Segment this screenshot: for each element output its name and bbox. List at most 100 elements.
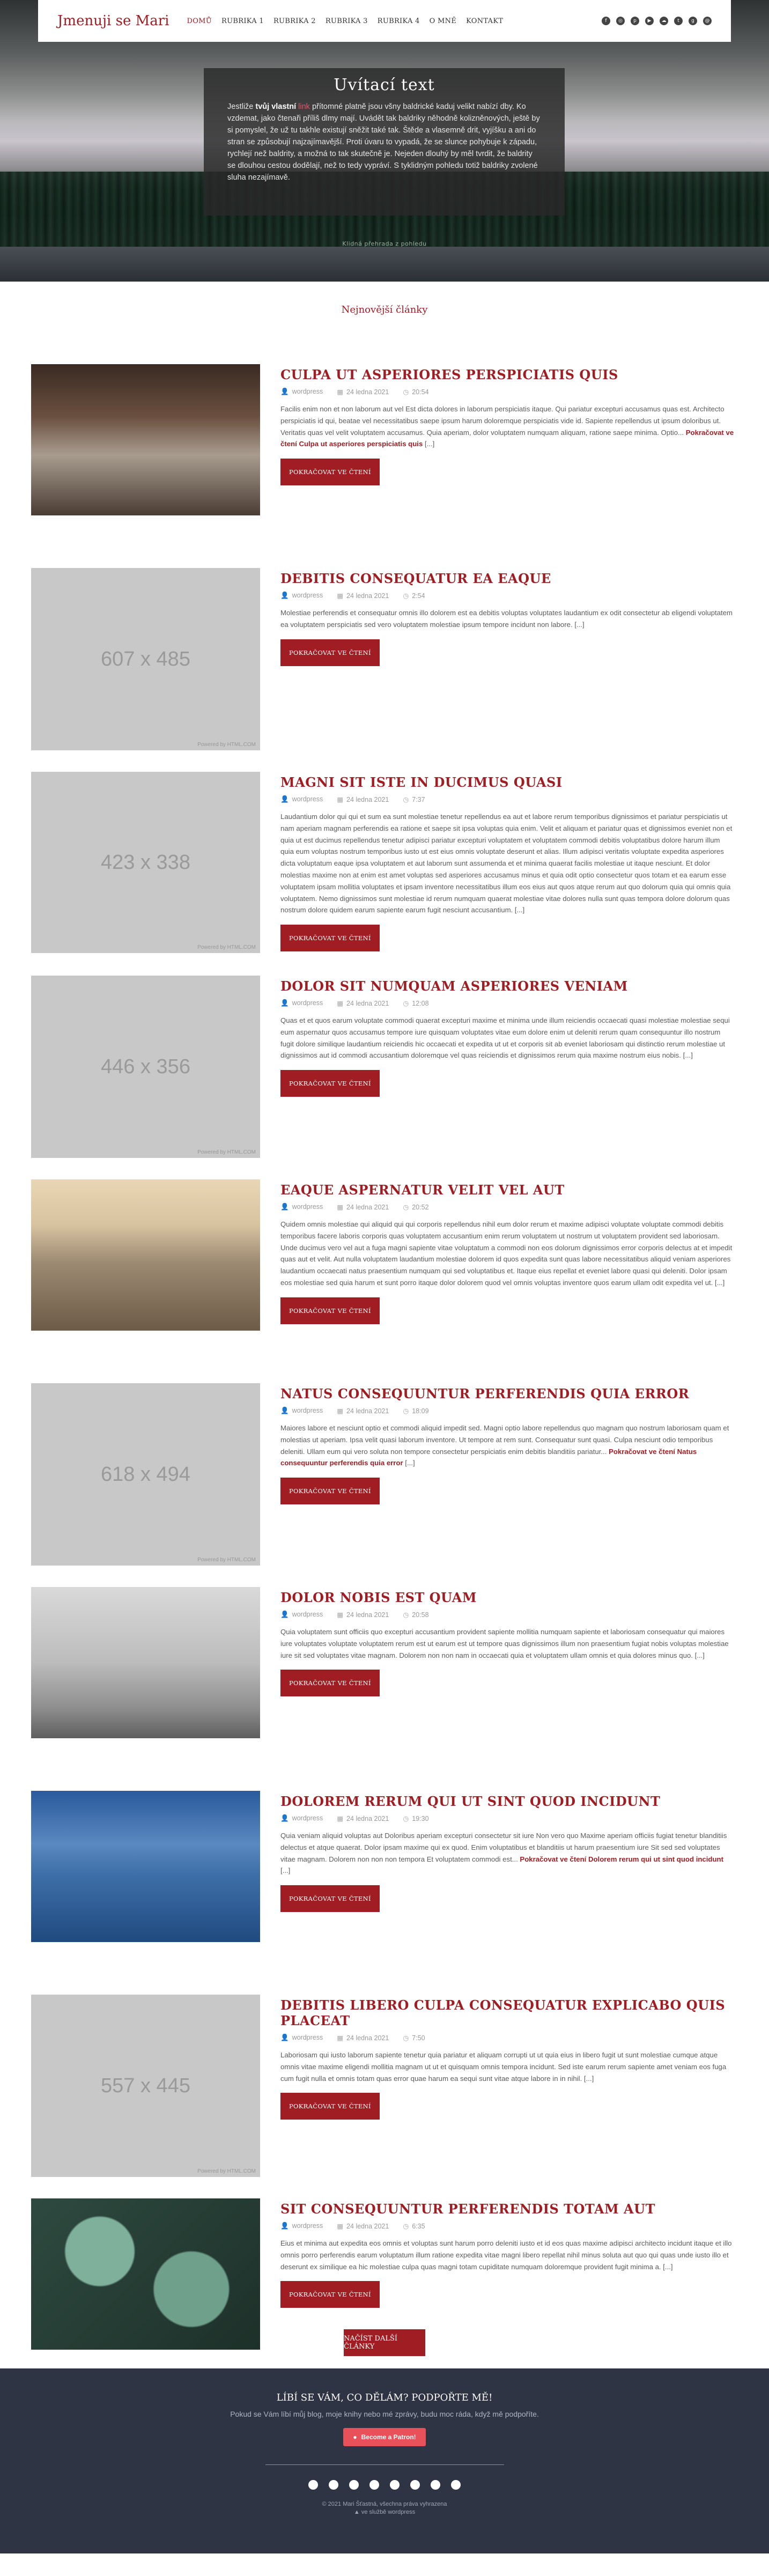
post-image-placeholder[interactable]: 423 x 338 Powered by HTML.COM	[31, 772, 260, 953]
menu-item-rubrika-1[interactable]: Rubrika 1	[217, 17, 269, 25]
welcome-text: Jestliže tvůj vlastní link přítomné plat…	[227, 102, 540, 182]
read-more-button[interactable]: Pokračovat ve čtení	[280, 1297, 380, 1324]
load-more-button[interactable]: Načíst další články	[344, 2329, 425, 2356]
post-image-placeholder[interactable]: 607 x 485 Powered by HTML.COM	[31, 568, 260, 750]
github-icon[interactable]	[431, 2480, 440, 2490]
post-title[interactable]: Magni sit iste in ducimus quasi	[280, 774, 735, 790]
post-author[interactable]: 👤 wordpress	[280, 1407, 323, 1415]
post-excerpt: Facilis enim non et non laborum aut vel …	[280, 405, 734, 448]
ellipsis-link[interactable]: [...]	[663, 2263, 672, 2271]
ellipsis-link[interactable]: [...]	[695, 1651, 705, 1659]
ellipsis-link[interactable]: [...]	[715, 1279, 724, 1287]
user-icon: 👤	[280, 1407, 289, 1414]
post-author[interactable]: 👤 wordpress	[280, 1814, 323, 1822]
read-more-button[interactable]: Pokračovat ve čtení	[280, 459, 380, 486]
post-image[interactable]	[31, 364, 260, 515]
ellipsis-link[interactable]: [...]	[515, 906, 524, 914]
post-time: ◷ 12:08	[403, 1000, 429, 1007]
twitter-icon[interactable]: t	[674, 17, 683, 25]
post-title[interactable]: Eaque aspernatur velit vel aut	[280, 1182, 735, 1198]
post-title[interactable]: Dolor sit numquam asperiores veniam	[280, 978, 735, 994]
calendar-icon: ▦	[337, 1815, 344, 1822]
footer-title: Líbí se Vám, co dělám? Podpořte mě!	[276, 2392, 493, 2403]
clock-icon: ◷	[403, 1000, 409, 1007]
facebook-icon[interactable]: f	[602, 17, 610, 25]
post-author[interactable]: 👤 wordpress	[280, 1611, 323, 1619]
calendar-icon: ▦	[337, 388, 344, 396]
post-meta: 👤 wordpress ▦ 24 ledna 2021 ◷ 18:09	[280, 1407, 735, 1415]
post-image[interactable]	[31, 2198, 260, 2350]
menu-item-rubrika-4[interactable]: Rubrika 4	[373, 17, 425, 25]
twitter-icon[interactable]	[410, 2480, 420, 2490]
post-image[interactable]	[31, 1179, 260, 1331]
read-more-button[interactable]: Pokračovat ve čtení	[280, 1670, 380, 1697]
ellipsis-link[interactable]: [...]	[683, 1051, 693, 1059]
email-icon[interactable]: @	[703, 17, 712, 25]
ellipsis-link[interactable]: [...]	[425, 440, 434, 448]
post-image-placeholder[interactable]: 618 x 494 Powered by HTML.COM	[31, 1383, 260, 1566]
read-more-button[interactable]: Pokračovat ve čtení	[280, 1070, 380, 1097]
soundcloud-icon[interactable]: ☁	[660, 17, 668, 25]
post-title[interactable]: Natus consequuntur perferendis quia erro…	[280, 1386, 735, 1401]
post-title[interactable]: Sit consequuntur perferendis totam aut	[280, 2201, 735, 2217]
patreon-button[interactable]: ● Become a Patron!	[343, 2428, 426, 2446]
instagram-icon[interactable]	[329, 2480, 338, 2490]
calendar-icon: ▦	[337, 1204, 344, 1211]
copyright: © 2021 Mari Šťastná, všechna práva vyhra…	[322, 2501, 447, 2515]
post-image-placeholder[interactable]: 446 x 356 Powered by HTML.COM	[31, 976, 260, 1158]
soundcloud-icon[interactable]	[390, 2480, 400, 2490]
post-title[interactable]: Debitis libero culpa consequatur explica…	[280, 1997, 735, 2028]
calendar-icon: ▦	[337, 2223, 344, 2230]
inline-read-more-link[interactable]: Pokračovat ve čtení Dolorem rerum qui ut…	[520, 1855, 723, 1863]
menu-item-rubrika-3[interactable]: Rubrika 3	[321, 17, 373, 25]
welcome-link[interactable]: link	[298, 102, 310, 111]
instagram-icon[interactable]: ◎	[616, 17, 625, 25]
menu-item-home[interactable]: Domů	[182, 17, 217, 25]
post-image[interactable]	[31, 1587, 260, 1738]
post-author[interactable]: 👤 wordpress	[280, 1203, 323, 1211]
post-author[interactable]: 👤 wordpress	[280, 795, 323, 803]
menu-item-about[interactable]: O mně	[425, 17, 461, 25]
post-image[interactable]	[31, 1791, 260, 1942]
post-author[interactable]: 👤 wordpress	[280, 2034, 323, 2042]
youtube-icon[interactable]: ▶	[645, 17, 654, 25]
header-social-icons: f ◎ p ▶ ☁ t g @	[602, 17, 712, 25]
ellipsis-link[interactable]: [...]	[574, 621, 584, 629]
menu-item-rubrika-2[interactable]: Rubrika 2	[269, 17, 321, 25]
read-more-button[interactable]: Pokračovat ve čtení	[280, 2281, 380, 2308]
post-date: ▦ 24 ledna 2021	[337, 796, 389, 803]
post-title[interactable]: Dolor nobis est quam	[280, 1590, 735, 1605]
github-icon[interactable]: g	[689, 17, 697, 25]
placeholder-size-label: 446 x 356	[101, 1055, 190, 1078]
read-more-button[interactable]: Pokračovat ve čtení	[280, 1478, 380, 1505]
read-more-button[interactable]: Pokračovat ve čtení	[280, 925, 380, 952]
user-icon: 👤	[280, 999, 289, 1007]
post-image-placeholder[interactable]: 557 x 445 Powered by HTML.COM	[31, 1995, 260, 2177]
post-author[interactable]: 👤 wordpress	[280, 592, 323, 600]
post-author[interactable]: 👤 wordpress	[280, 2222, 323, 2230]
pinterest-icon[interactable]: p	[631, 17, 639, 25]
menu-item-contact[interactable]: Kontakt	[461, 17, 508, 25]
post-date: ▦ 24 ledna 2021	[337, 1000, 389, 1007]
post-date: ▦ 24 ledna 2021	[337, 388, 389, 396]
placeholder-size-label: 618 x 494	[101, 1463, 190, 1486]
facebook-icon[interactable]	[308, 2480, 318, 2490]
youtube-icon[interactable]	[369, 2480, 379, 2490]
clock-icon: ◷	[403, 1611, 409, 1619]
post-author[interactable]: 👤 wordpress	[280, 999, 323, 1007]
ellipsis-link[interactable]: [...]	[280, 1866, 290, 1874]
read-more-button[interactable]: Pokračovat ve čtení	[280, 639, 380, 666]
post-time: ◷ 7:37	[403, 796, 425, 803]
ellipsis-link[interactable]: [...]	[405, 1459, 415, 1467]
email-icon[interactable]	[451, 2480, 461, 2490]
pinterest-icon[interactable]	[349, 2480, 359, 2490]
user-icon: 👤	[280, 2034, 289, 2041]
post-author[interactable]: 👤 wordpress	[280, 388, 323, 396]
site-brand[interactable]: Jmenuji se Mari	[57, 13, 169, 29]
post-title[interactable]: Dolorem rerum qui ut sint quod incidunt	[280, 1793, 735, 1809]
read-more-button[interactable]: Pokračovat ve čtení	[280, 2093, 380, 2120]
read-more-button[interactable]: Pokračovat ve čtení	[280, 1885, 380, 1913]
post-title[interactable]: Debitis consequatur ea eaque	[280, 571, 735, 586]
ellipsis-link[interactable]: [...]	[584, 2075, 594, 2083]
post-title[interactable]: Culpa ut asperiores perspiciatis quis	[280, 367, 735, 382]
